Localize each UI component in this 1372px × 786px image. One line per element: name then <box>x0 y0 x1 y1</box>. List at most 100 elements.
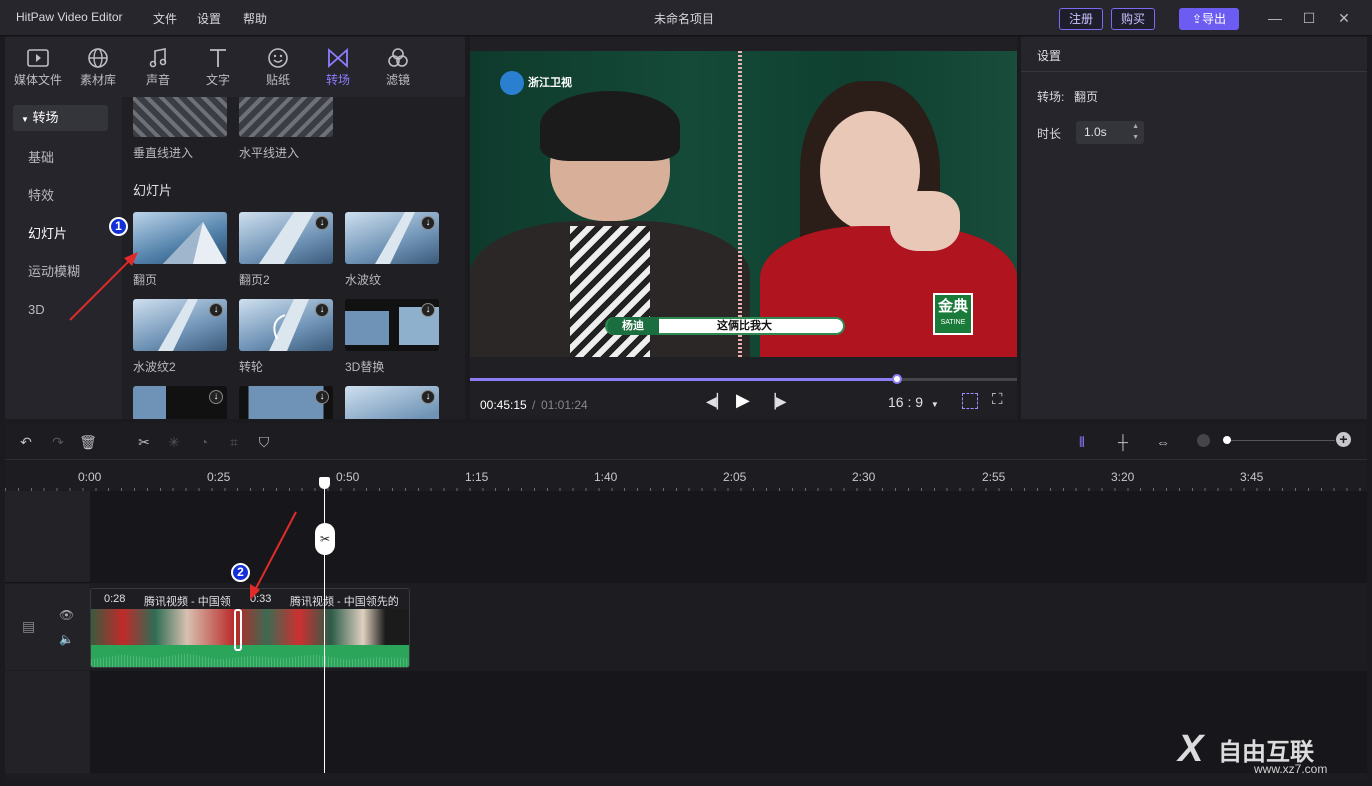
sponsor-sub: SATINE <box>940 319 966 326</box>
sponsor-logo: 金典 SATINE <box>933 293 973 335</box>
download-icon[interactable]: ↓ <box>421 303 435 317</box>
sticker-icon <box>268 48 288 68</box>
transition-thumb-wheel[interactable]: ↓ <box>239 299 333 351</box>
annotation-badge: 1 <box>109 217 128 236</box>
download-icon[interactable]: ↓ <box>315 303 329 317</box>
tab-library[interactable]: 素材库 <box>71 43 125 93</box>
watermark-x-icon: X <box>1178 728 1204 770</box>
freeze-icon[interactable]: ✳ <box>163 431 185 453</box>
export-icon: ⇪ <box>1191 12 1203 26</box>
cut-icon[interactable]: ✂ <box>133 431 155 453</box>
title-bar: HitPaw Video Editor 文件 设置 帮助 未命名项目 注册 购买… <box>0 0 1372 36</box>
category-header[interactable]: ▼ 转场 <box>13 105 108 131</box>
clip-title: 腾讯视频 - 中国领 <box>144 596 231 608</box>
next-frame-icon[interactable]: ▕▶ <box>765 393 787 410</box>
download-icon[interactable]: ↓ <box>209 390 223 404</box>
register-button[interactable]: 注册 <box>1059 8 1103 30</box>
ruler-label: 3:45 <box>1240 470 1264 484</box>
playback-handle[interactable] <box>891 374 902 384</box>
close-icon[interactable]: ✕ <box>1331 6 1357 30</box>
ruler-label: 1:40 <box>594 470 618 484</box>
transition-label: 翻页2 <box>239 273 270 287</box>
split-line <box>738 51 742 357</box>
globe-icon <box>88 48 108 68</box>
menu-settings[interactable]: 设置 <box>197 10 221 27</box>
zoom-in-icon[interactable]: + <box>1336 432 1351 447</box>
minimize-icon[interactable]: — <box>1262 6 1288 30</box>
eye-icon[interactable]: 👁 <box>59 608 74 622</box>
category-header-label: 转场 <box>32 110 59 125</box>
speaker-icon[interactable]: 🔈 <box>59 632 74 646</box>
export-button[interactable]: ⇪导出 <box>1179 8 1239 30</box>
zoom-out-icon[interactable] <box>1197 434 1210 447</box>
transition-thumb-ripple[interactable]: ↓ <box>345 212 439 264</box>
playback-progress[interactable] <box>470 374 1017 384</box>
media-icon <box>27 49 49 67</box>
current-time: 00:45:15 <box>480 398 527 412</box>
empty-track-header <box>5 491 90 583</box>
transition-thumb[interactable]: ↓ <box>239 386 333 419</box>
transition-thumb[interactable]: ↓ <box>133 386 227 419</box>
asset-panel: 媒体文件 素材库 声音 文字 贴纸 转场 滤镜 ▼ 转场 基础 特效 幻灯片 运… <box>5 37 465 419</box>
transition-thumb-flip2[interactable]: ↓ <box>239 212 333 264</box>
tab-transition[interactable]: 转场 <box>311 43 365 93</box>
snap-icon[interactable]: ⫴ <box>1071 431 1093 453</box>
transition-label: 垂直线进入 <box>133 146 194 160</box>
crop-preview-icon[interactable] <box>962 393 978 409</box>
transition-field-label: 转场: <box>1037 90 1065 104</box>
play-icon[interactable]: ▶ <box>736 390 750 411</box>
duration-input[interactable]: 1.0s ▲ ▼ <box>1076 121 1144 144</box>
download-icon[interactable]: ↓ <box>209 303 223 317</box>
tab-filter[interactable]: 滤镜 <box>371 43 425 93</box>
redo-icon[interactable]: ↷ <box>47 431 69 453</box>
download-icon[interactable]: ↓ <box>421 216 435 230</box>
transition-label: 转轮 <box>239 360 264 374</box>
category-basic[interactable]: 基础 <box>13 145 108 171</box>
tab-sticker[interactable]: 贴纸 <box>251 43 305 93</box>
split-track-icon[interactable]: ┼ <box>1112 431 1134 453</box>
delete-icon[interactable]: 🗑 <box>77 431 99 453</box>
transition-thumb[interactable]: ↓ <box>345 386 439 419</box>
video-frame[interactable]: 浙江卫视 杨迪 这俩比我大 金典 SATINE <box>470 51 1017 357</box>
transition-label: 3D替换 <box>345 360 385 374</box>
stepper-icon[interactable]: ▲ ▼ <box>1132 121 1139 143</box>
section-title: 幻灯片 <box>133 183 173 198</box>
playhead-handle[interactable] <box>319 477 330 489</box>
category-effects[interactable]: 特效 <box>13 183 108 209</box>
split-scissors-icon[interactable]: ✂ <box>315 523 335 555</box>
undo-icon[interactable]: ↶ <box>15 431 37 453</box>
channel-logo-text: 浙江卫视 <box>528 77 572 89</box>
transition-thumb[interactable] <box>133 97 227 137</box>
export-label: 导出 <box>1202 12 1227 26</box>
aspect-ratio-select[interactable]: 16 : 9 ▼ <box>888 394 939 410</box>
tab-media[interactable]: 媒体文件 <box>11 43 65 93</box>
person-scarf <box>570 226 650 357</box>
download-icon[interactable]: ↓ <box>315 216 329 230</box>
fullscreen-icon[interactable]: ⛶ <box>992 391 1003 408</box>
crop-icon[interactable]: ⌗ <box>223 431 245 453</box>
menu-help[interactable]: 帮助 <box>243 10 267 27</box>
buy-button[interactable]: 购买 <box>1111 8 1155 30</box>
film-icon: ▤ <box>22 618 36 634</box>
zoom-slider-handle[interactable] <box>1223 436 1231 444</box>
tab-sticker-label: 贴纸 <box>265 73 290 87</box>
tab-text[interactable]: 文字 <box>191 43 245 93</box>
download-icon[interactable]: ↓ <box>315 390 329 404</box>
transition-thumb-3d-replace[interactable]: ↓ <box>345 299 439 351</box>
marker-icon[interactable]: ⛉ <box>253 431 275 453</box>
maximize-icon[interactable]: ☐ <box>1296 6 1322 30</box>
prev-frame-icon[interactable]: ◀▏ <box>706 393 728 410</box>
settings-title: 设置 <box>1037 49 1062 63</box>
speed-icon[interactable]: ◔ <box>193 431 215 453</box>
menu-file[interactable]: 文件 <box>153 10 177 27</box>
duration-value: 1.0s <box>1084 125 1107 139</box>
zoom-slider[interactable] <box>1223 436 1335 444</box>
transition-marker[interactable] <box>234 609 242 651</box>
download-icon[interactable]: ↓ <box>421 390 435 404</box>
total-time: 01:01:24 <box>541 398 588 412</box>
extra-track-header <box>5 671 90 773</box>
tab-audio[interactable]: 声音 <box>131 43 185 93</box>
transition-thumb[interactable] <box>239 97 333 137</box>
fit-icon[interactable]: ⇔ <box>1152 431 1174 453</box>
preview-panel: 浙江卫视 杨迪 这俩比我大 金典 SATINE 00:45:15 / 01:01… <box>470 37 1017 419</box>
